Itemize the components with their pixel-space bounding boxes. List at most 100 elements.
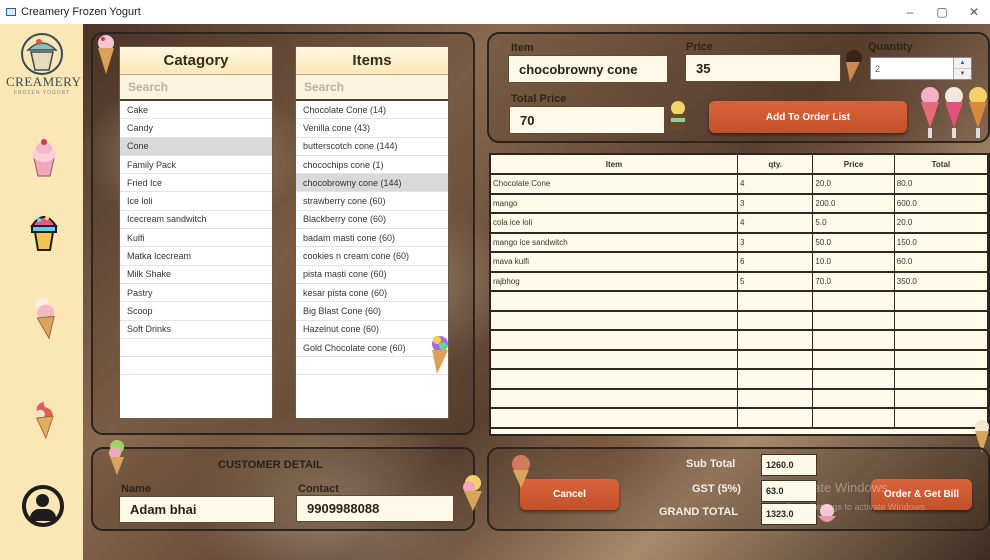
cancel-button[interactable]: Cancel xyxy=(520,479,619,510)
table-row[interactable]: cola ice loli 4 5.0 20.0 xyxy=(491,214,988,234)
empty-list-row xyxy=(296,357,448,376)
cell-qty: 3 xyxy=(738,233,814,251)
minimize-button[interactable]: – xyxy=(894,0,926,24)
cell-item: mango xyxy=(491,194,738,212)
category-item[interactable]: Cake xyxy=(120,101,272,120)
cone-decoration-icon xyxy=(512,455,530,488)
user-profile-icon[interactable] xyxy=(22,485,64,527)
cupcake-icon[interactable] xyxy=(28,136,60,180)
cell-qty: 3 xyxy=(738,194,814,212)
category-item[interactable]: Fried Ice xyxy=(120,174,272,193)
customer-contact-field[interactable]: 9909988088 xyxy=(296,495,454,522)
spinner-up-icon[interactable]: ▲ xyxy=(954,58,971,68)
quantity-spinner[interactable]: 2 ▲ ▼ xyxy=(870,57,972,80)
category-item[interactable]: Candy xyxy=(120,119,272,138)
column-price[interactable]: Price xyxy=(813,155,895,173)
table-row[interactable]: mango 3 200.0 600.0 xyxy=(491,194,988,214)
close-button[interactable]: ✕ xyxy=(958,0,990,24)
items-search-input[interactable]: Search xyxy=(296,75,448,101)
softserve-cone-icon[interactable] xyxy=(28,396,60,440)
empty-table-row xyxy=(491,370,988,390)
icecream-cup-decoration-icon xyxy=(671,101,685,130)
activate-windows-subtext: Go to Settings to activate Windows. xyxy=(785,502,928,512)
column-qty[interactable]: qty. xyxy=(738,155,814,173)
item-label: Item xyxy=(511,42,534,54)
quantity-value[interactable]: 2 xyxy=(875,64,880,74)
cone-decoration-icon xyxy=(109,440,124,475)
spinner-down-icon[interactable]: ▼ xyxy=(954,68,971,79)
empty-cell xyxy=(491,409,738,427)
category-item[interactable]: Matka Icecream xyxy=(120,247,272,266)
total-price-field[interactable]: 70 xyxy=(509,106,665,134)
product-item[interactable]: Chocolate Cone (14) xyxy=(296,101,448,120)
spinner-arrows: ▲ ▼ xyxy=(953,58,971,79)
category-item[interactable]: Soft Drinks xyxy=(120,321,272,339)
empty-cell xyxy=(895,370,988,388)
item-name-field[interactable]: chocobrowny cone xyxy=(508,55,668,83)
empty-cell xyxy=(738,350,814,368)
product-item[interactable]: pista masti cone (60) xyxy=(296,266,448,284)
creamery-logo: CREAMERY FROZEN YOGURT xyxy=(6,30,82,102)
empty-table-row xyxy=(491,350,988,370)
empty-table-row xyxy=(491,389,988,409)
category-item[interactable]: Milk Shake xyxy=(120,266,272,284)
rainbow-cone-decoration-icon xyxy=(432,336,448,374)
empty-cell xyxy=(738,331,814,349)
product-item[interactable]: Gold Chocolate cone (60) xyxy=(296,339,448,358)
customer-name-field[interactable]: Adam bhai xyxy=(119,496,275,523)
product-item[interactable]: badam masti cone (60) xyxy=(296,229,448,248)
product-item[interactable]: chocobrowny cone (144) xyxy=(296,174,448,193)
category-item[interactable]: Cone xyxy=(120,137,272,156)
items-list: Items Search Chocolate Cone (14) Venilla … xyxy=(295,46,449,419)
empty-cell xyxy=(813,409,895,427)
logo-wordmark: CREAMERY xyxy=(6,74,82,89)
category-item[interactable]: Kulfi xyxy=(120,229,272,248)
maximize-button[interactable]: ▢ xyxy=(926,0,958,24)
category-item[interactable]: Icecream sandwitch xyxy=(120,211,272,230)
product-item[interactable]: cookies n cream cone (60) xyxy=(296,247,448,266)
cell-price: 200.0 xyxy=(813,194,895,212)
product-item[interactable]: Hazelnut cone (60) xyxy=(296,321,448,339)
table-row[interactable]: mava kulfi 6 10.0 60.0 xyxy=(491,253,988,273)
product-item[interactable]: strawberry cone (60) xyxy=(296,192,448,211)
app-icon xyxy=(6,8,16,16)
order-table-body: Chocolate Cone 4 20.0 80.0 mango 3 200.0 600.0 c… xyxy=(491,175,988,429)
empty-list-row xyxy=(120,339,272,358)
empty-table-row xyxy=(491,292,988,312)
add-to-order-button[interactable]: Add To Order List xyxy=(709,101,907,133)
cell-item: mava kulfi xyxy=(491,253,738,271)
category-item[interactable]: Family Pack xyxy=(120,156,272,175)
column-total[interactable]: Total xyxy=(895,155,988,173)
category-item[interactable]: Scoop xyxy=(120,302,272,321)
cell-qty: 4 xyxy=(738,175,814,193)
product-item[interactable]: kesar pista cone (60) xyxy=(296,284,448,303)
product-item[interactable]: Blackberry cone (60) xyxy=(296,211,448,230)
category-search-input[interactable]: Search xyxy=(120,75,272,101)
cell-price: 50.0 xyxy=(813,233,895,251)
product-item[interactable]: Big Blast Cone (60) xyxy=(296,302,448,321)
cell-total: 350.0 xyxy=(895,272,988,290)
table-row[interactable]: mango ice sandwitch 3 50.0 150.0 xyxy=(491,233,988,253)
product-item[interactable]: chocochips cone (1) xyxy=(296,156,448,175)
category-item[interactable]: Pastry xyxy=(120,284,272,303)
product-item[interactable]: butterscotch cone (144) xyxy=(296,138,448,156)
main-area: Catagory Search Cake Candy Cone Family Pack… xyxy=(83,24,990,560)
column-item[interactable]: Item xyxy=(491,155,738,173)
logo-cup-icon xyxy=(21,33,63,75)
contact-label: Contact xyxy=(298,483,339,495)
empty-cell xyxy=(738,311,814,329)
grand-total-label: GRAND TOTAL xyxy=(659,506,739,518)
category-item[interactable]: Ice loli xyxy=(120,192,272,211)
cone-scoop-icon[interactable] xyxy=(28,296,60,340)
total-price-label: Total Price xyxy=(511,93,567,105)
table-row[interactable]: Chocolate Cone 4 20.0 80.0 xyxy=(491,175,988,195)
customer-detail-header: CUSTOMER DETAIL xyxy=(218,459,323,471)
product-item[interactable]: Venilla cone (43) xyxy=(296,119,448,138)
price-field[interactable]: 35 xyxy=(685,54,841,82)
cell-item: mango ice sandwitch xyxy=(491,233,738,251)
empty-cell xyxy=(813,350,895,368)
empty-cell xyxy=(738,389,814,407)
cell-total: 150.0 xyxy=(895,233,988,251)
table-row[interactable]: rajbhog 5 70.0 350.0 xyxy=(491,272,988,292)
icecream-cup-icon[interactable] xyxy=(28,210,60,254)
